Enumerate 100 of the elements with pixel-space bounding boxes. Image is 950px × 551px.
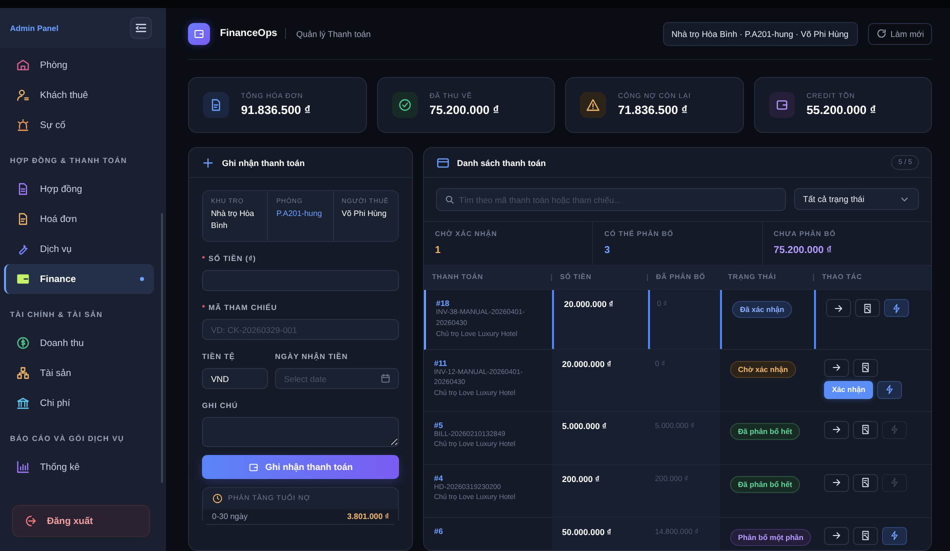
sidebar-item[interactable]: Tài sản xyxy=(4,358,154,388)
receipt-button[interactable] xyxy=(853,526,878,545)
amount-text: 50.000.000 ₫ xyxy=(562,526,612,537)
allocate-button[interactable] xyxy=(877,380,902,399)
status-filter[interactable]: Tất cả trạng thái xyxy=(794,188,919,210)
sidebar-item[interactable]: Dịch vụ xyxy=(4,234,154,264)
menu-toggle-button[interactable] xyxy=(130,17,152,39)
calendar-icon xyxy=(380,373,391,384)
sidebar-item[interactable]: Phòng xyxy=(4,50,154,80)
stat-value: 75.200.000 ₫ xyxy=(430,103,500,117)
view-button[interactable] xyxy=(826,299,851,317)
menu-icon xyxy=(134,21,148,35)
logout-icon xyxy=(23,514,37,528)
document-icon xyxy=(209,98,223,112)
payment-id[interactable]: #6 xyxy=(434,526,542,536)
clock-icon xyxy=(212,493,223,504)
currency-field[interactable]: VND xyxy=(202,368,268,389)
page-subtitle: Quản lý Thanh toán xyxy=(296,28,371,38)
arrow-right-icon xyxy=(831,530,842,542)
lightning-icon xyxy=(889,424,900,436)
sidebar-item[interactable]: Hợp đồng xyxy=(4,174,154,204)
sidebar-item[interactable]: Khách thuê xyxy=(4,80,154,110)
payment-id[interactable]: #5 xyxy=(434,420,542,430)
receipt-icon xyxy=(860,477,871,488)
app-name: FinanceOps xyxy=(220,28,286,39)
lightning-icon xyxy=(891,302,902,314)
sidebar-item[interactable]: Hoá đơn xyxy=(4,204,154,234)
search-icon xyxy=(444,194,455,205)
stat-value: 55.200.000 ₫ xyxy=(806,103,876,117)
active-dot xyxy=(140,277,144,281)
context-select[interactable]: Nhà trọ Hòa Bình · P.A201-hung · Võ Phi Hùng xyxy=(662,22,858,46)
document-icon xyxy=(16,182,30,196)
view-button[interactable] xyxy=(824,526,849,545)
arrow-right-icon xyxy=(831,362,842,374)
siren-icon xyxy=(16,118,30,132)
logout-button[interactable]: Đăng xuất xyxy=(12,505,150,537)
wallet-icon xyxy=(193,28,205,40)
aging-value: 3.801.000 ₫ xyxy=(347,512,389,521)
aging-label: 0-30 ngày xyxy=(212,512,248,521)
note-field[interactable] xyxy=(202,417,399,447)
lightning-icon xyxy=(889,530,900,542)
wrench-icon xyxy=(16,242,30,256)
panel-title: Admin Panel xyxy=(10,24,58,32)
view-button[interactable] xyxy=(824,358,849,377)
receipt-button[interactable] xyxy=(853,358,878,377)
info-value: Võ Phi Hùng xyxy=(342,208,388,220)
stat-value: 91.836.500 ₫ xyxy=(241,103,311,117)
receipt-icon xyxy=(860,362,871,374)
dollar-icon xyxy=(16,336,30,350)
sidebar-item[interactable]: Doanh thu xyxy=(4,328,154,358)
refresh-icon xyxy=(876,28,887,39)
wallet-icon xyxy=(248,462,260,472)
sidebar-item[interactable]: Finance xyxy=(4,264,154,294)
arrow-right-icon xyxy=(833,302,844,314)
allocate-button[interactable] xyxy=(884,299,909,317)
payment-id[interactable]: #4 xyxy=(434,474,542,483)
summary-value: 3 xyxy=(604,245,611,256)
plus-icon xyxy=(201,156,215,170)
arrow-right-icon xyxy=(831,424,842,436)
sidebar-item[interactable]: Chi phí xyxy=(4,388,154,418)
amount-text: 20.000.000 ₫ xyxy=(564,299,614,309)
warning-icon xyxy=(586,98,600,112)
arrow-right-icon xyxy=(831,477,842,488)
lightning-icon xyxy=(889,477,900,488)
boxes-icon xyxy=(16,366,30,380)
payment-id[interactable]: #11 xyxy=(434,358,542,368)
summary-value: 1 xyxy=(435,245,442,256)
view-button[interactable] xyxy=(824,420,849,439)
amount-text: 200.000 ₫ xyxy=(562,474,600,484)
refresh-button[interactable]: Làm mới xyxy=(868,22,932,44)
allocate-button[interactable] xyxy=(882,526,907,545)
amount-text: 5.000.000 ₫ xyxy=(562,420,608,431)
receipt-icon xyxy=(862,302,873,314)
receipt-button[interactable] xyxy=(853,420,878,439)
panel-title: Ghi nhận thanh toán xyxy=(222,158,305,168)
sidebar-item[interactable]: Sự cố xyxy=(4,110,154,140)
bank-icon xyxy=(16,396,30,410)
summary-value: 75.200.000 ₫ xyxy=(774,245,833,256)
payment-id[interactable]: #18 xyxy=(436,299,542,308)
user-icon xyxy=(16,88,30,102)
wallet-icon xyxy=(16,272,30,286)
bar-chart-icon xyxy=(16,460,30,474)
stat-value: 71.836.500 ₫ xyxy=(618,103,689,117)
amount-field[interactable] xyxy=(202,270,399,291)
sidebar-item[interactable]: Thống kê xyxy=(4,452,154,482)
receipt-button[interactable] xyxy=(855,299,880,317)
document-icon xyxy=(16,212,30,226)
card-icon xyxy=(436,156,450,170)
check-circle-icon xyxy=(398,98,412,112)
panel-title: Danh sách thanh toán xyxy=(457,158,546,168)
submit-button[interactable]: Ghi nhận thanh toán xyxy=(202,455,399,479)
receipt-button[interactable] xyxy=(853,474,878,492)
receipt-icon xyxy=(860,424,871,436)
wallet-icon xyxy=(774,98,788,112)
lightning-icon xyxy=(884,384,896,396)
receipt-icon xyxy=(860,530,871,542)
house-icon xyxy=(16,58,30,72)
amount-text: 20.000.000 ₫ xyxy=(562,358,612,369)
room-link[interactable]: P.A201-hung xyxy=(276,208,325,220)
view-button[interactable] xyxy=(824,474,849,492)
